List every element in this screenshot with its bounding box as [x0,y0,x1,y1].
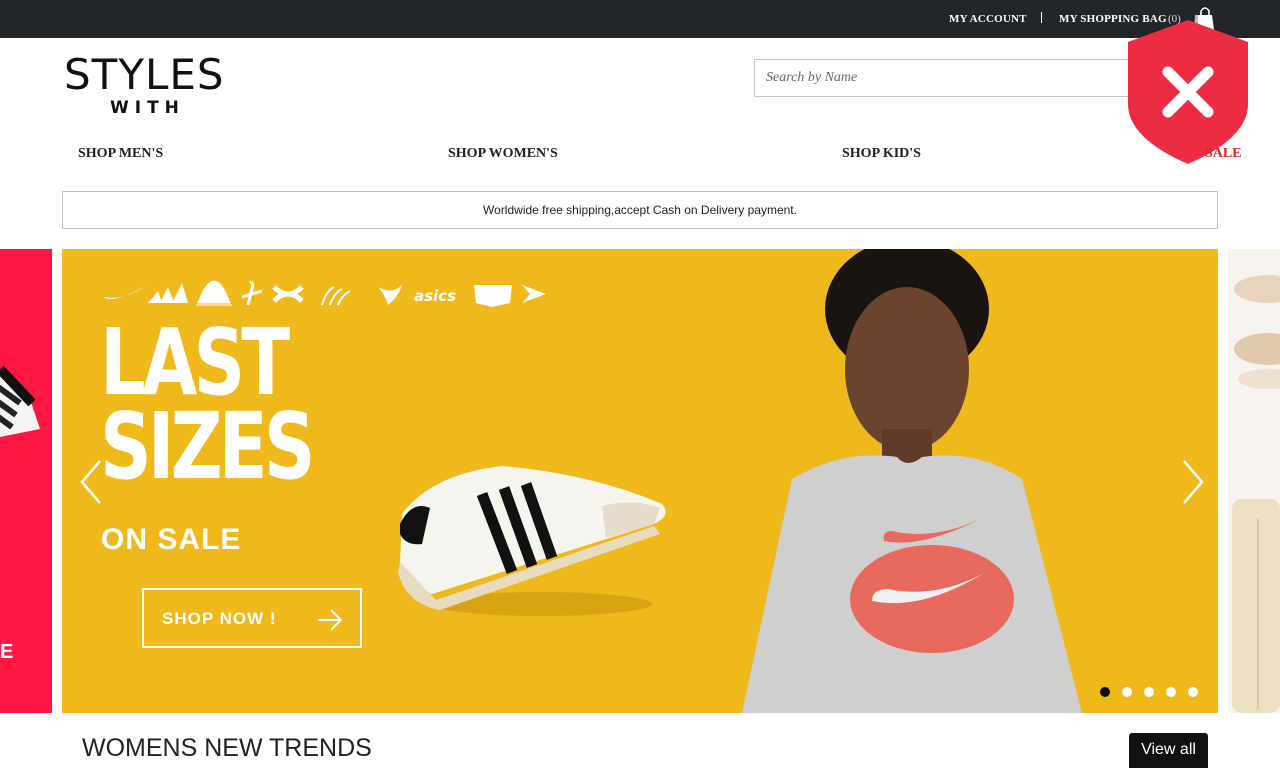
model-image [742,249,1082,713]
shipping-notice: Worldwide free shipping,accept Cash on D… [62,191,1218,229]
site-logo[interactable]: STYLES WITH [64,54,228,120]
top-bar-divider [1041,12,1042,23]
nav-shop-kids[interactable]: SHOP KID'S [842,146,921,162]
sneaker-image [0,365,40,437]
carousel-prev-arrow[interactable] [76,457,106,507]
carousel-dot[interactable] [1122,687,1132,697]
search-box [754,59,1154,97]
nav-shop-mens[interactable]: SHOP MEN'S [78,146,163,162]
logo-wordmark: STYLES [64,50,225,99]
carousel-dot[interactable] [1188,687,1198,697]
carousel-pagination [1100,687,1198,697]
banner-headline-line2: SIZES [100,393,316,500]
banner-headline: LAST SIZES [100,317,316,500]
carousel-dot[interactable] [1166,687,1176,697]
search-input[interactable] [755,60,1153,96]
carousel-dot[interactable] [1100,687,1110,697]
shoes-image [1232,275,1280,713]
sneaker-image [398,466,666,616]
shield-close-icon[interactable] [1124,18,1252,166]
prev-slide-text: E [0,641,14,663]
carousel-next-arrow[interactable] [1178,457,1208,507]
logo-subtext: WITH [110,98,185,118]
nav-sale[interactable]: SALE [1205,146,1242,162]
view-all-button[interactable]: View all [1129,733,1208,768]
carousel-dot[interactable] [1144,687,1154,697]
hero-banner[interactable]: asics LAST SIZES ON SALE SHOP NOW ! [62,249,1218,713]
svg-text:asics: asics [414,287,456,305]
shop-now-button[interactable]: SHOP NOW ! [142,588,362,648]
banner-subline: ON SALE [101,523,242,556]
shop-now-label: SHOP NOW ! [162,609,277,628]
carousel-prev-slide-peek: E [0,249,52,713]
section-title: WOMENS NEW TRENDS [82,734,372,762]
arrow-right-icon [318,609,343,631]
my-account-link[interactable]: MY ACCOUNT [949,13,1027,25]
nav-shop-womens[interactable]: SHOP WOMEN'S [448,146,558,162]
top-bar: MY ACCOUNT MY SHOPPING BAG (0) [0,0,1280,38]
brand-logos-strip: asics [104,280,546,307]
carousel-next-slide-peek [1228,249,1280,713]
